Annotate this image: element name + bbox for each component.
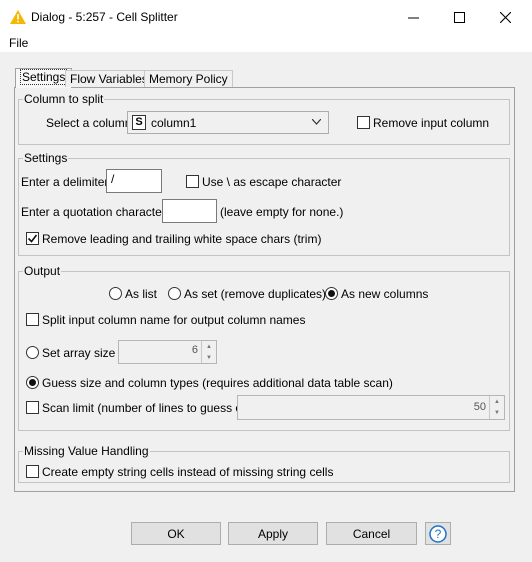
as-set-radio[interactable] bbox=[168, 287, 181, 300]
scan-limit-spinner[interactable]: 50 ▲ ▼ bbox=[237, 395, 505, 420]
menu-bar bbox=[0, 34, 532, 52]
column-to-split-legend: Column to split bbox=[23, 92, 105, 106]
column-select[interactable]: S column1 bbox=[127, 111, 329, 134]
missing-value-legend: Missing Value Handling bbox=[23, 444, 150, 458]
menu-file[interactable]: File bbox=[9, 36, 28, 50]
empty-cells-label: Create empty string cells instead of mis… bbox=[42, 465, 334, 479]
tab-settings[interactable]: Settings bbox=[15, 68, 73, 88]
chevron-down-icon bbox=[312, 119, 321, 125]
tab-memory-policy[interactable]: Memory Policy bbox=[144, 70, 233, 87]
cancel-button[interactable]: Cancel bbox=[326, 522, 417, 545]
spin-up-icon[interactable]: ▲ bbox=[490, 396, 504, 408]
as-new-columns-radio[interactable] bbox=[325, 287, 338, 300]
guess-size-label: Guess size and column types (requires ad… bbox=[42, 376, 393, 390]
delimiter-input[interactable]: / bbox=[106, 169, 162, 193]
split-name-label: Split input column name for output colum… bbox=[42, 313, 306, 327]
svg-text:?: ? bbox=[435, 527, 442, 541]
array-size-stepper[interactable]: ▲ ▼ bbox=[201, 341, 216, 363]
trim-checkbox[interactable] bbox=[26, 232, 39, 245]
selected-column-value: column1 bbox=[151, 116, 197, 130]
delimiter-label: Enter a delimiter: bbox=[21, 175, 112, 189]
array-size-spinner[interactable]: 6 ▲ ▼ bbox=[118, 340, 217, 364]
scan-limit-label: Scan limit (number of lines to guess on) bbox=[42, 401, 253, 415]
string-type-icon: S bbox=[132, 115, 146, 130]
as-list-radio[interactable] bbox=[109, 287, 122, 300]
warning-icon bbox=[10, 10, 26, 24]
scan-limit-stepper[interactable]: ▲ ▼ bbox=[489, 396, 504, 419]
window-title: Dialog - 5:257 - Cell Splitter bbox=[31, 10, 178, 24]
remove-input-checkbox[interactable] bbox=[357, 116, 370, 129]
escape-label: Use \ as escape character bbox=[202, 175, 342, 189]
empty-cells-checkbox[interactable] bbox=[26, 465, 39, 478]
quotation-label: Enter a quotation character: bbox=[21, 205, 170, 219]
apply-button[interactable]: Apply bbox=[228, 522, 318, 545]
ok-button[interactable]: OK bbox=[131, 522, 221, 545]
spin-up-icon[interactable]: ▲ bbox=[202, 341, 216, 352]
array-size-value: 6 bbox=[191, 344, 198, 356]
select-column-label: Select a column: bbox=[46, 116, 135, 130]
escape-checkbox[interactable] bbox=[186, 175, 199, 188]
guess-size-radio[interactable] bbox=[26, 376, 39, 389]
as-new-columns-label: As new columns bbox=[341, 287, 429, 301]
spin-down-icon[interactable]: ▼ bbox=[490, 408, 504, 420]
set-array-size-radio[interactable] bbox=[26, 346, 39, 359]
radio-selected-dot bbox=[328, 290, 335, 297]
scan-limit-value: 50 bbox=[473, 401, 486, 413]
as-set-label: As set (remove duplicates) bbox=[184, 287, 327, 301]
split-name-checkbox[interactable] bbox=[26, 313, 39, 326]
quotation-input[interactable] bbox=[162, 199, 217, 223]
close-window-button[interactable] bbox=[482, 0, 528, 34]
maximize-button[interactable] bbox=[436, 0, 482, 34]
minimize-icon bbox=[407, 17, 419, 18]
close-icon bbox=[499, 11, 511, 23]
check-icon bbox=[27, 234, 38, 243]
output-legend: Output bbox=[23, 264, 62, 278]
scan-limit-checkbox[interactable] bbox=[26, 401, 39, 414]
quotation-hint: (leave empty for none.) bbox=[220, 205, 344, 219]
settings-legend: Settings bbox=[23, 151, 69, 165]
trim-label: Remove leading and trailing white space … bbox=[42, 232, 322, 246]
help-button[interactable]: ? bbox=[425, 522, 451, 545]
tab-flow-variables[interactable]: Flow Variables bbox=[65, 70, 153, 87]
remove-input-label: Remove input column bbox=[373, 116, 490, 130]
spin-down-icon[interactable]: ▼ bbox=[202, 352, 216, 363]
help-icon: ? bbox=[429, 524, 447, 543]
maximize-icon bbox=[453, 11, 465, 23]
minimize-button[interactable] bbox=[390, 0, 436, 34]
set-array-size-label: Set array size bbox=[42, 346, 116, 360]
radio-selected-dot bbox=[29, 379, 36, 386]
as-list-label: As list bbox=[125, 287, 158, 301]
